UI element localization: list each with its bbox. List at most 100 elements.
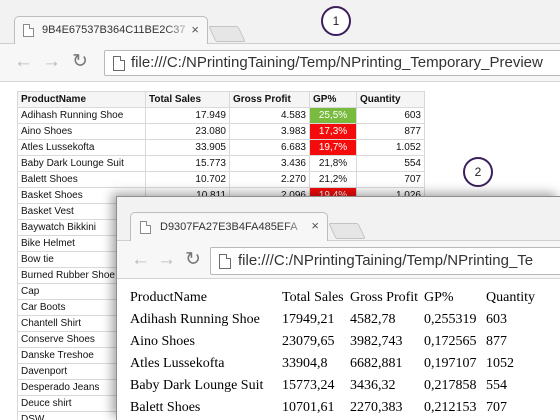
header-gp-percent: GP% <box>309 91 357 108</box>
cell-quantity: 707 <box>356 171 425 188</box>
browser-toolbar: ← → ↻ file:///C:/NPrintingTaining/Temp/N… <box>0 44 560 82</box>
callout-marker-1: 1 <box>321 6 351 36</box>
cell-gross-profit: 2270,383 <box>350 400 403 415</box>
table-row: Adihash Running Shoe 17949,21 4582,78 0,255… <box>130 309 546 331</box>
cell-total-sales: 33.905 <box>145 139 230 156</box>
forward-icon[interactable]: → <box>157 250 176 270</box>
cell-product-name: Aino Shoes <box>17 123 146 140</box>
cell-quantity: 603 <box>356 107 425 124</box>
table-row: Aino Shoes 23079,65 3982,743 0,172565 877 <box>130 331 546 353</box>
table-row: Aino Shoes 23.080 3.983 17,3% 877 <box>17 123 425 140</box>
cell-gross-profit: 4.583 <box>229 107 310 124</box>
address-bar[interactable]: file:///C:/NPrintingTaining/Temp/NPrinti… <box>104 50 560 76</box>
cell-gp-percent: 21,8% <box>309 155 357 172</box>
close-tab-icon[interactable]: × <box>191 22 199 38</box>
header-product-name: ProductName <box>130 290 207 305</box>
cell-gross-profit: 3982,743 <box>350 334 403 349</box>
cell-total-sales: 15773,24 <box>282 378 335 393</box>
page-icon <box>23 24 34 37</box>
reload-icon[interactable]: ↻ <box>185 250 201 270</box>
table-row: Baby Dark Lounge Suit 15.773 3.436 21,8% 554 <box>17 155 425 172</box>
table-header-row: ProductName Total Sales Gross Profit GP%… <box>130 287 546 309</box>
cell-total-sales: 17.949 <box>145 107 230 124</box>
back-icon[interactable]: ← <box>14 52 33 72</box>
cell-gp-percent: 25,5% <box>309 107 357 124</box>
cell-gp-percent: 21,2% <box>309 171 357 188</box>
callout-marker-2: 2 <box>463 157 493 187</box>
address-bar[interactable]: file:///C:/NPrintingTaining/Temp/NPrinti… <box>210 247 560 275</box>
cell-quantity: 603 <box>486 312 507 327</box>
table-row: Atles Lussekofta 33904,8 6682,881 0,197107 1… <box>130 353 546 375</box>
header-total-sales: Total Sales <box>282 290 344 305</box>
cell-product-name: Baby Dark Lounge Suit <box>17 155 146 172</box>
cell-gross-profit: 4582,78 <box>350 312 396 327</box>
tab-strip: D9307FA27E3B4FA485EFA × <box>117 197 560 241</box>
cell-total-sales: 10.702 <box>145 171 230 188</box>
header-gross-profit: Gross Profit <box>229 91 310 108</box>
page-icon <box>140 221 151 234</box>
header-gross-profit: Gross Profit <box>350 290 419 305</box>
cell-product-name: Adihash Running Shoe <box>130 312 260 327</box>
new-tab-button[interactable] <box>328 223 366 239</box>
header-quantity: Quantity <box>486 290 535 305</box>
html-preview-table: ProductName Total Sales Gross Profit GP%… <box>130 287 546 419</box>
cell-total-sales: 23079,65 <box>282 334 335 349</box>
cell-gross-profit: 3.983 <box>229 123 310 140</box>
cell-gp-percent: 17,3% <box>309 123 357 140</box>
cell-quantity: 877 <box>356 123 425 140</box>
cell-quantity: 707 <box>486 400 507 415</box>
tab-strip: 9B4E67537B364C11BE2C37 × <box>0 0 560 44</box>
cell-total-sales: 33904,8 <box>282 356 328 371</box>
cell-gp-percent: 0,172565 <box>424 334 477 349</box>
cell-quantity: 1052 <box>486 356 514 371</box>
document-icon <box>113 56 125 71</box>
table-header-row: ProductName Total Sales Gross Profit GP%… <box>17 91 425 108</box>
cell-total-sales: 10701,61 <box>282 400 335 415</box>
header-product-name: ProductName <box>17 91 146 108</box>
cell-product-name: Balett Shoes <box>130 400 201 415</box>
cell-product-name: Balett Shoes <box>17 171 146 188</box>
cell-gross-profit: 6682,881 <box>350 356 403 371</box>
url-text[interactable]: file:///C:/NPrintingTaining/Temp/NPrinti… <box>131 54 543 71</box>
url-text[interactable]: file:///C:/NPrintingTaining/Temp/NPrinti… <box>238 252 533 269</box>
header-quantity: Quantity <box>356 91 425 108</box>
cell-quantity: 554 <box>486 378 507 393</box>
cell-quantity: 554 <box>356 155 425 172</box>
table-row: Balett Shoes 10701,61 2270,383 0,212153 707 <box>130 397 546 419</box>
forward-icon[interactable]: → <box>42 52 61 72</box>
cell-product-name: Aino Shoes <box>130 334 195 349</box>
header-total-sales: Total Sales <box>145 91 230 108</box>
cell-total-sales: 23.080 <box>145 123 230 140</box>
header-gp-percent: GP% <box>424 290 454 305</box>
cell-gross-profit: 3.436 <box>229 155 310 172</box>
cell-gross-profit: 6.683 <box>229 139 310 156</box>
document-icon <box>219 254 231 269</box>
cell-total-sales: 15.773 <box>145 155 230 172</box>
cell-gross-profit: 2.270 <box>229 171 310 188</box>
reload-icon[interactable]: ↻ <box>72 52 88 72</box>
table-row: Baby Dark Lounge Suit 15773,24 3436,32 0,21… <box>130 375 546 397</box>
browser-tab[interactable]: D9307FA27E3B4FA485EFA × <box>130 212 328 241</box>
page-content: ProductName Total Sales Gross Profit GP%… <box>117 280 560 420</box>
table-row: Adihash Running Shoe 17.949 4.583 25,5% 603 <box>17 107 425 124</box>
cell-product-name: Atles Lussekofta <box>17 139 146 156</box>
browser-tab[interactable]: 9B4E67537B364C11BE2C37 × <box>14 16 208 44</box>
new-tab-button[interactable] <box>208 26 246 42</box>
cell-gp-percent: 0,212153 <box>424 400 477 415</box>
cell-product-name: Atles Lussekofta <box>130 356 225 371</box>
close-tab-icon[interactable]: × <box>311 218 319 234</box>
cell-gp-percent: 0,217858 <box>424 378 477 393</box>
table-row: Atles Lussekofta 33.905 6.683 19,7% 1.052 <box>17 139 425 156</box>
cell-total-sales: 17949,21 <box>282 312 335 327</box>
browser-window-html-preview: D9307FA27E3B4FA485EFA × ← → ↻ file:///C:… <box>116 196 560 420</box>
browser-toolbar: ← → ↻ file:///C:/NPrintingTaining/Temp/N… <box>117 241 560 279</box>
cell-gp-percent: 0,197107 <box>424 356 477 371</box>
table-row: Balett Shoes 10.702 2.270 21,2% 707 <box>17 171 425 188</box>
cell-quantity: 877 <box>486 334 507 349</box>
cell-gross-profit: 3436,32 <box>350 378 396 393</box>
back-icon[interactable]: ← <box>131 250 150 270</box>
cell-product-name: Adihash Running Shoe <box>17 107 146 124</box>
cell-quantity: 1.052 <box>356 139 425 156</box>
cell-gp-percent: 19,7% <box>309 139 357 156</box>
cell-gp-percent: 0,255319 <box>424 312 477 327</box>
